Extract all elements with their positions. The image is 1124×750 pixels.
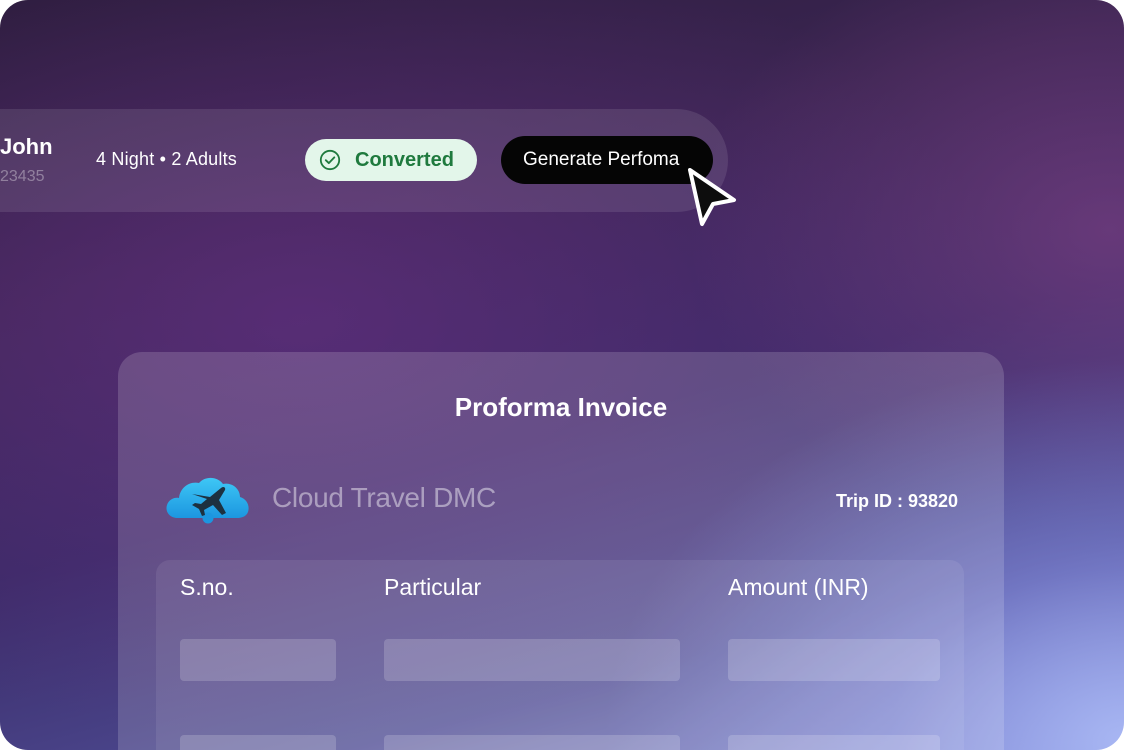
table-cell-placeholder <box>728 735 940 750</box>
mouse-pointer-icon <box>688 168 736 226</box>
column-header-amount: Amount (INR) <box>728 574 869 600</box>
column-header-particular: Particular <box>384 574 482 600</box>
customer-name: John <box>0 134 53 159</box>
invoice-title: Proforma Invoice <box>454 392 668 422</box>
table-cell-placeholder <box>180 735 336 750</box>
table-cell-placeholder <box>384 639 680 681</box>
trip-id: Trip ID : 93820 <box>835 491 958 511</box>
check-circle-icon <box>319 149 341 171</box>
company-name: Cloud Travel DMC <box>272 482 496 513</box>
table-cell-placeholder <box>384 735 680 750</box>
trip-summary: 4 Night • 2 Adults <box>96 149 237 169</box>
app-canvas: John 23435 4 Night • 2 Adults Converted … <box>0 0 1124 750</box>
column-header-sno: S.no. <box>180 574 234 600</box>
customer-id: 23435 <box>0 168 45 185</box>
table-cell-placeholder <box>728 639 940 681</box>
status-badge: Converted <box>305 139 477 181</box>
generate-proforma-button[interactable]: Generate Perfoma <box>501 136 713 184</box>
table-cell-placeholder <box>180 639 336 681</box>
cloud-plane-logo-icon <box>166 477 249 524</box>
status-label: Converted <box>355 148 454 171</box>
